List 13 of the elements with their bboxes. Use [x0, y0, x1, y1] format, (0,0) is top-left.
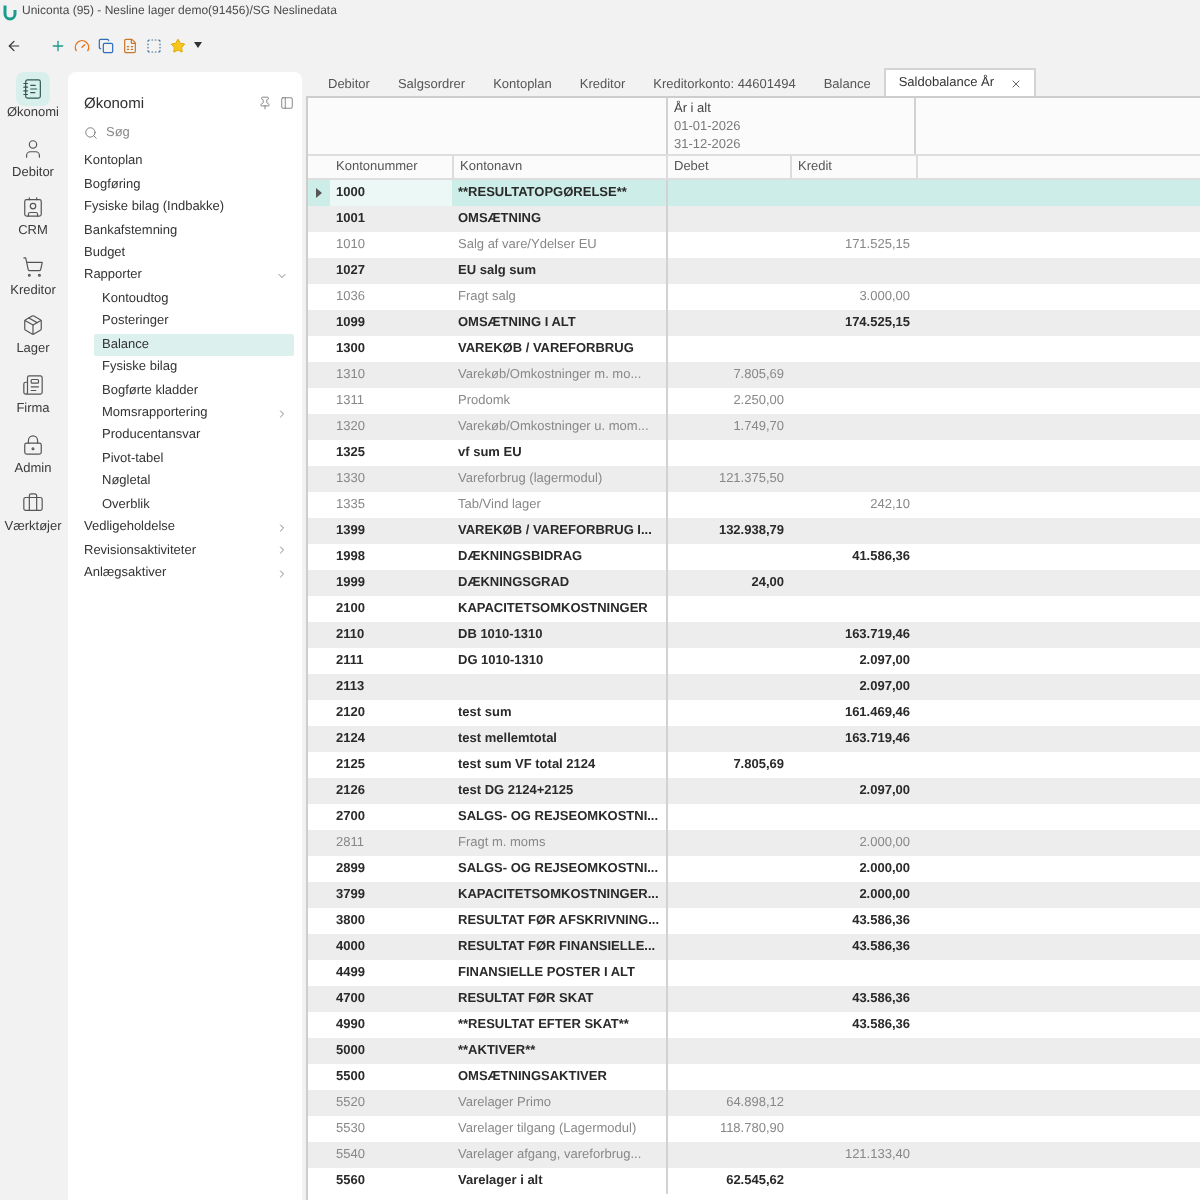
close-icon[interactable]: [1010, 77, 1023, 89]
search-icon: [84, 126, 98, 140]
spreadsheet-icon[interactable]: [122, 37, 138, 53]
panel-toggle-icon[interactable]: [280, 95, 294, 109]
row-indicator-icon: [316, 188, 322, 198]
gauge-icon[interactable]: [74, 37, 90, 53]
caret-icon[interactable]: [194, 42, 202, 48]
pin-icon[interactable]: [258, 95, 272, 109]
overlapping-squares-icon[interactable]: [98, 37, 114, 53]
star-icon[interactable]: [170, 37, 186, 53]
back-arrow-icon[interactable]: [6, 37, 22, 53]
app-logo-icon: [2, 3, 18, 21]
plus-icon[interactable]: [50, 37, 66, 53]
